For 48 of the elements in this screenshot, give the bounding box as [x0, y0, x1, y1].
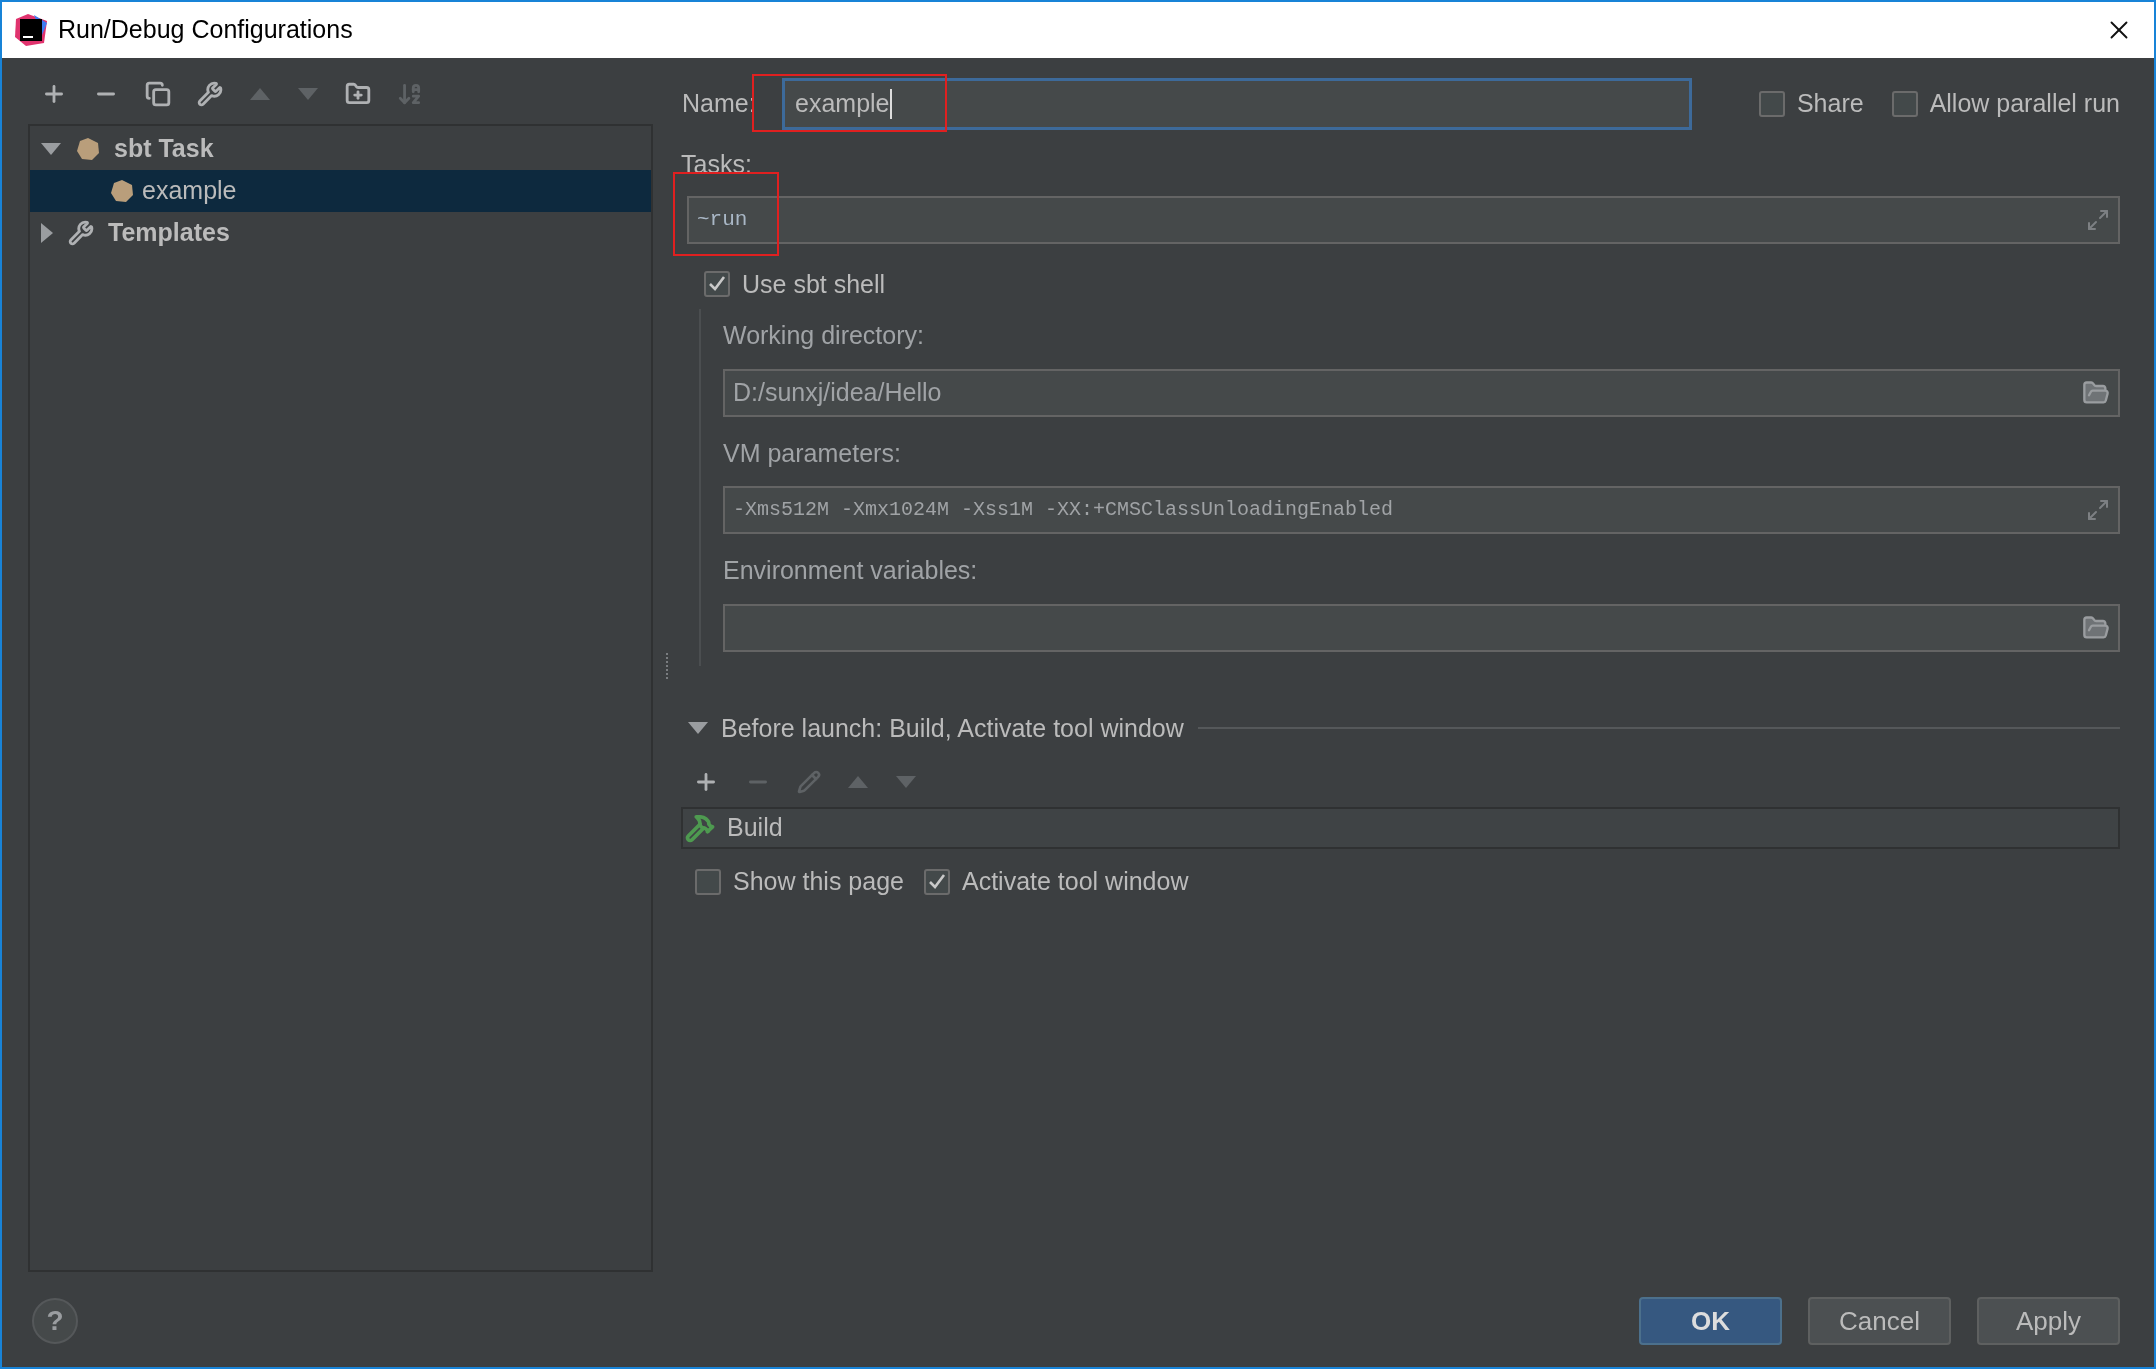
- text-field[interactable]: [723, 603, 2120, 652]
- sbt-icon: [76, 137, 100, 161]
- checkbox-label: Share: [1796, 88, 1864, 120]
- dialog-button[interactable]: Cancel: [1808, 1297, 1951, 1345]
- checkbox-label: Allow parallel run: [1929, 88, 2120, 120]
- tree-item[interactable]: example: [30, 170, 651, 212]
- splitter-grip-icon[interactable]: [665, 651, 669, 682]
- checkbox-label: Activate tool window: [961, 866, 1189, 897]
- move-up-icon: [847, 775, 869, 789]
- checkbox[interactable]: [704, 271, 730, 298]
- name-field[interactable]: example: [782, 78, 1692, 130]
- move-down-icon: [297, 87, 319, 101]
- text-field[interactable]: -Xms512M -Xmx1024M -Xss1M -XX:+CMSClassUnloadingEnabled: [723, 486, 2120, 534]
- expand-icon[interactable]: [2086, 207, 2110, 232]
- tasks-field[interactable]: ~run: [687, 195, 2120, 244]
- expanded-arrow-icon: [40, 142, 62, 156]
- hammer-icon: [685, 813, 715, 843]
- dialog-button[interactable]: OK: [1639, 1297, 1782, 1345]
- checkmark-icon: [927, 872, 946, 891]
- field-label: Working directory:: [723, 320, 924, 351]
- folder-plus-icon[interactable]: [345, 81, 371, 107]
- move-down-icon: [895, 775, 917, 789]
- app-logo-icon: [14, 13, 48, 47]
- expanded-arrow-icon: [687, 721, 709, 736]
- collapsed-arrow-icon: [40, 222, 54, 244]
- checkbox-label: Use sbt shell: [742, 268, 886, 300]
- checkbox[interactable]: [923, 868, 950, 895]
- field-label: Name:: [682, 88, 757, 120]
- task-item[interactable]: Build: [683, 809, 2118, 847]
- wrench-icon: [68, 220, 94, 246]
- section-title: Before launch: Build, Activate tool window: [721, 712, 1184, 744]
- checkbox-label: Show this page: [733, 866, 904, 897]
- help-button[interactable]: ?: [32, 1298, 78, 1344]
- window-title: Run/Debug Configurations: [58, 14, 353, 46]
- field-label: VM parameters:: [723, 437, 901, 469]
- wrench-icon[interactable]: [197, 81, 223, 107]
- checkbox[interactable]: [1758, 91, 1785, 117]
- checkbox[interactable]: [1891, 91, 1918, 117]
- dialog-button[interactable]: Apply: [1977, 1297, 2120, 1345]
- sbt-icon: [110, 179, 134, 203]
- tree-item[interactable]: sbt Task: [30, 128, 651, 170]
- tree-item[interactable]: Templates: [30, 212, 651, 254]
- text-field[interactable]: D:/sunxj/idea/Hello: [723, 368, 2120, 417]
- expand-icon[interactable]: [2086, 498, 2110, 522]
- copy-icon[interactable]: [145, 81, 171, 107]
- checkbox[interactable]: [695, 868, 721, 895]
- move-up-icon: [249, 87, 271, 101]
- field-label: Environment variables:: [723, 555, 978, 586]
